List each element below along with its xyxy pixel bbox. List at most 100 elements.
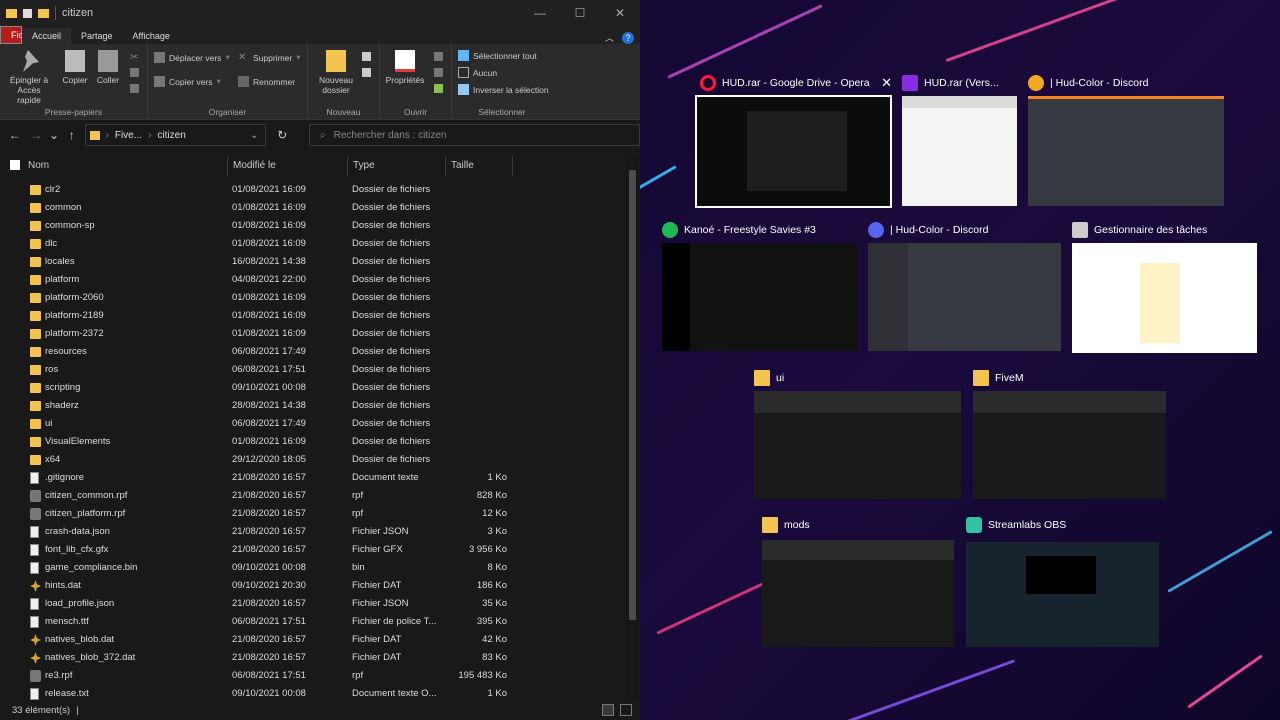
file-row[interactable]: resources 06/08/2021 17:49 Dossier de fich… [0,343,626,361]
file-type: Fichier de police T... [352,616,437,627]
file-row[interactable]: platform-2060 01/08/2021 16:09 Dossier de … [0,289,626,307]
invert-selection-button[interactable]: Inverser la sélection [458,84,549,95]
column-size-header[interactable]: Taille [446,156,513,176]
breadcrumb-citizen[interactable]: citizen [157,130,185,141]
window-preview[interactable] [695,95,892,208]
paste-shortcut-icon[interactable] [130,84,139,93]
file-row[interactable]: common-sp 01/08/2021 16:09 Dossier de fich… [0,217,626,235]
column-modified-header[interactable]: Modifié le [228,156,348,176]
tab-home[interactable]: Accueil [22,28,72,44]
file-row[interactable]: game_compliance.bin 09/10/2021 00:08 bin 8 … [0,559,626,577]
file-row[interactable]: scripting 09/10/2021 00:08 Dossier de fich… [0,379,626,397]
address-bar-row: ← → ⌄ ↑ › Five... › citizen ⌄ ↻ ⌕ Recher… [0,120,640,150]
file-row[interactable]: ros 06/08/2021 17:51 Dossier de fichiers [0,361,626,379]
file-row[interactable]: platform-2189 01/08/2021 16:09 Dossier de … [0,307,626,325]
quick-access-checkbox-icon[interactable] [23,8,32,18]
file-row[interactable]: shaderz 28/08/2021 14:38 Dossier de fichie… [0,397,626,415]
new-item-icon[interactable] [362,52,371,61]
file-row[interactable]: re3.rpf 06/08/2021 17:51 rpf 195 483 Ko [0,667,626,685]
preview-ribbon [973,391,1166,413]
quick-access-folder-icon[interactable] [38,8,49,18]
close-button[interactable]: ✕ [600,6,640,20]
file-name: ui [45,418,53,429]
details-view-icon[interactable] [602,704,614,716]
file-row[interactable]: citizen_platform.rpf 21/08/2020 16:57 rpf 1… [0,505,626,523]
file-row[interactable]: mensch.ttf 06/08/2021 17:51 Fichier de pol… [0,613,626,631]
window-preview[interactable] [902,96,1017,206]
rename-button[interactable]: Renommer [238,76,295,87]
scrollbar-thumb[interactable] [629,170,636,620]
window-preview[interactable] [966,542,1159,647]
column-name-label: Nom [28,160,50,171]
document-icon [30,688,39,700]
file-row[interactable]: platform-2372 01/08/2021 16:09 Dossier de … [0,325,626,343]
close-window-button[interactable]: ✕ [881,75,892,91]
file-row[interactable]: crash-data.json 21/08/2020 16:57 Fichier J… [0,523,626,541]
cut-icon[interactable]: ✂ [130,52,138,63]
address-dropdown-icon[interactable]: ⌄ [250,130,258,141]
file-row[interactable]: ui 06/08/2021 17:49 Dossier de fichiers [0,415,626,433]
file-row[interactable]: platform 04/08/2021 22:00 Dossier de fichi… [0,271,626,289]
select-none-button[interactable]: Aucun [458,67,497,78]
window-preview[interactable] [1072,243,1257,353]
file-name: .gitignore [45,472,85,483]
window-preview[interactable] [868,243,1061,351]
tab-view[interactable]: Affichage [123,28,180,44]
file-row[interactable]: citizen_common.rpf 21/08/2020 16:57 rpf 828… [0,487,626,505]
column-name-header[interactable]: Nom [0,156,228,176]
forward-icon[interactable]: → [28,128,46,142]
history-icon[interactable] [434,84,443,93]
collapse-ribbon-icon[interactable]: ︿ [605,31,614,44]
move-to-button[interactable]: Déplacer vers ▾ [154,52,230,63]
file-name: re3.rpf [45,670,73,681]
refresh-icon[interactable]: ↻ [274,128,292,142]
help-icon[interactable]: ? [622,31,634,44]
window-preview[interactable] [662,243,857,351]
delete-button[interactable]: ✕ Supprimer ▾ [238,52,301,63]
search-input[interactable]: ⌕ Rechercher dans : citizen [309,124,640,146]
new-folder-button[interactable]: Nouveau dossier [314,50,358,95]
file-row[interactable]: natives_blob_372.dat 21/08/2020 16:57 Fich… [0,649,626,667]
file-size: 395 Ko [476,616,507,627]
copy-path-icon[interactable] [130,68,139,77]
easy-access-icon[interactable] [362,68,371,77]
minimize-button[interactable]: — [520,6,560,20]
tab-file[interactable]: Fichier [0,26,38,44]
copy-to-button[interactable]: Copier vers ▾ [154,76,221,87]
file-row[interactable]: natives_blob.dat 21/08/2020 16:57 Fichier … [0,631,626,649]
window-preview[interactable] [754,391,961,499]
address-bar[interactable]: › Five... › citizen ⌄ [84,124,266,146]
properties-button[interactable]: Propriétés [384,50,426,85]
recent-locations-icon[interactable]: ⌄ [49,128,59,142]
pin-quick-access-button[interactable]: Épingler à Accès rapide [6,50,52,105]
window-preview[interactable] [1028,96,1224,206]
select-all-checkbox[interactable] [10,160,20,171]
file-row[interactable]: .gitignore 21/08/2020 16:57 Document texte… [0,469,626,487]
window-preview[interactable] [762,540,954,647]
file-row[interactable]: locales 16/08/2021 14:38 Dossier de fichie… [0,253,626,271]
wallpaper-streak [1167,530,1273,593]
breadcrumb-fivem[interactable]: Five... [115,130,142,141]
paste-button[interactable]: Coller [94,50,122,85]
file-row[interactable]: hints.dat 09/10/2021 20:30 Fichier DAT 186 … [0,577,626,595]
file-row[interactable]: x64 29/12/2020 18:05 Dossier de fichiers [0,451,626,469]
file-row[interactable]: dlc 01/08/2021 16:09 Dossier de fichiers [0,235,626,253]
maximize-button[interactable]: ☐ [560,6,600,20]
file-row[interactable]: common 01/08/2021 16:09 Dossier de fichier… [0,199,626,217]
window-title: HUD.rar - Google Drive - Opera [722,77,870,89]
file-row[interactable]: font_lib_cfx.gfx 21/08/2020 16:57 Fichier … [0,541,626,559]
tab-share[interactable]: Partage [71,28,123,44]
file-row[interactable]: clr2 01/08/2021 16:09 Dossier de fichiers [0,181,626,199]
select-all-button[interactable]: Sélectionner tout [458,50,537,61]
vertical-scrollbar[interactable] [626,156,639,700]
open-icon[interactable] [434,52,443,61]
large-icons-view-icon[interactable] [620,704,632,716]
window-preview[interactable] [973,391,1166,499]
file-row[interactable]: VisualElements 01/08/2021 16:09 Dossier de… [0,433,626,451]
edit-icon[interactable] [434,68,443,77]
up-icon[interactable]: ↑ [63,128,81,142]
copy-button[interactable]: Copier [60,50,90,85]
back-icon[interactable]: ← [6,128,24,142]
file-row[interactable]: load_profile.json 21/08/2020 16:57 Fichier… [0,595,626,613]
column-type-header[interactable]: Type [348,156,446,176]
